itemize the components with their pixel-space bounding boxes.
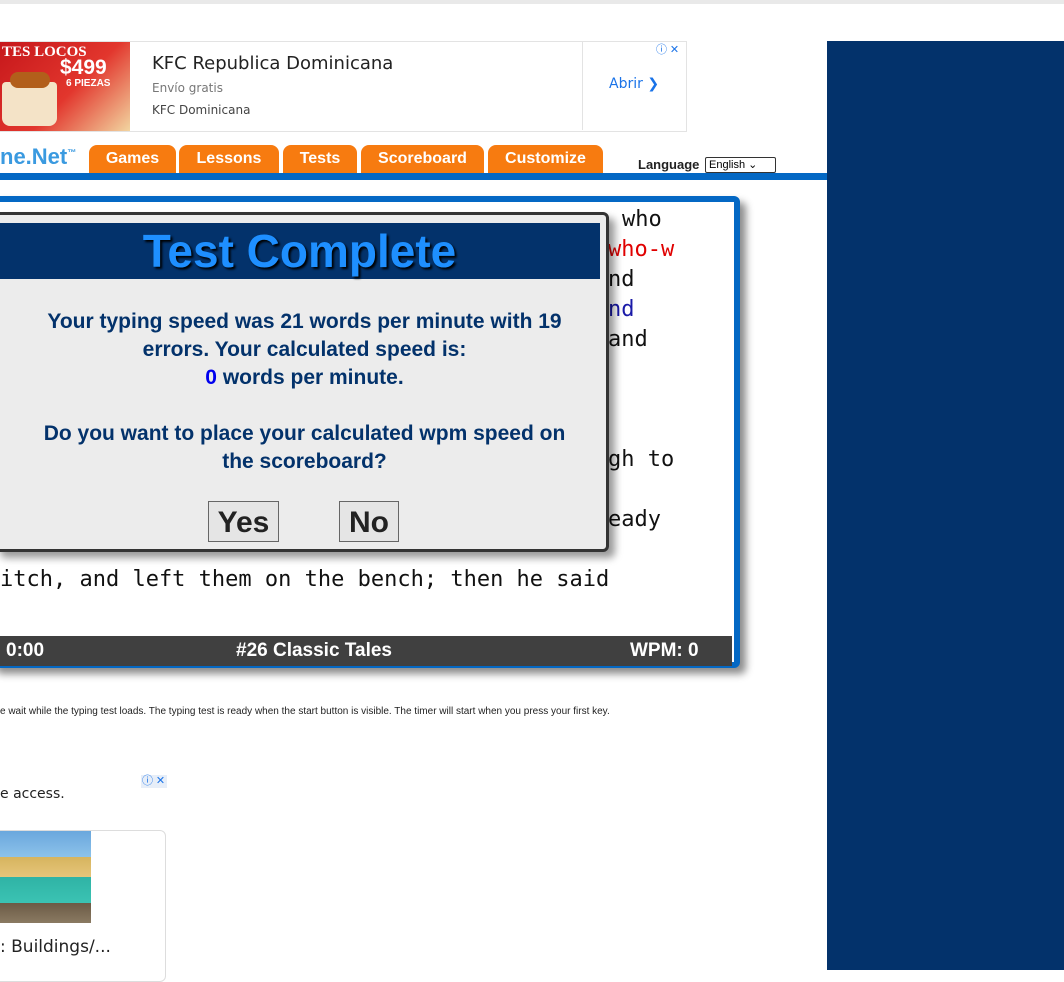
bottom-ad-controls: ⓘ ✕ [141,775,167,788]
dialog-title-bar: Test Complete [0,223,600,279]
ad-divider [582,41,583,130]
calculated-speed: 0 [205,366,217,389]
result-line-3: 0 words per minute. [0,364,612,392]
no-button[interactable]: No [339,501,399,542]
loading-note: e wait while the typing test loads. The … [0,706,610,717]
site-logo-text: ne.Net [0,144,68,169]
test-name: #26 Classic Tales [236,640,392,661]
tab-scoreboard[interactable]: Scoreboard [361,145,484,173]
tab-tests[interactable]: Tests [283,145,357,173]
ad-subtitle: Envío gratis [152,81,223,95]
ad-open-button[interactable]: Abrir ❯ [609,76,659,92]
test-text-line: who [622,207,662,232]
bottom-ad-image[interactable] [0,831,91,923]
site-logo[interactable]: ne.Net™ [0,144,76,170]
dialog-title: Test Complete [142,225,457,277]
browser-top-strip [0,0,1064,4]
ad-image-pieces: 6 PIEZAS [66,78,111,89]
wpm-readout: WPM: 0 [630,640,699,661]
bottom-ad-caption[interactable]: : Buildings/... [0,937,111,957]
tab-lessons[interactable]: Lessons [179,145,279,173]
ad-info-icon[interactable]: ⓘ [655,44,668,57]
question-line-2: the scoreboard? [222,450,387,473]
result-line-3-suffix: words per minute. [216,366,404,389]
chicken-bucket-icon [2,72,57,126]
tab-games[interactable]: Games [89,145,176,173]
language-label: Language [638,157,700,172]
test-text-line: and [608,327,648,352]
ad-close-icon[interactable]: ✕ [154,775,167,788]
test-text-line: gh to [608,447,675,472]
ad-image[interactable]: TES LOCOS $499 6 PIEZAS [0,42,130,131]
ad-image-price: $499 [60,56,107,79]
tab-customize[interactable]: Customize [488,145,603,173]
ad-brand: KFC Dominicana [152,103,251,117]
ad-close-icon[interactable]: ✕ [668,44,681,57]
right-side-panel [827,41,1064,970]
ad-info-icon[interactable]: ⓘ [141,775,154,788]
trademark-mark: ™ [67,147,77,158]
result-line-1: Your typing speed was 21 words per minut… [47,310,562,333]
nav-underline [0,173,827,180]
question-line-1: Do you want to place your calculated wpm… [43,422,566,445]
test-text-line: nd [608,267,635,292]
language-select[interactable]: English ⌄ [705,157,776,173]
timer: 0:00 [6,640,45,661]
test-complete-dialog: Test Complete Your typing speed was 21 w… [0,212,609,552]
test-status-bar: 0:00 #26 Classic Tales WPM: 0 [0,636,732,666]
yes-button[interactable]: Yes [208,501,279,542]
bottom-ad-text[interactable]: e access. [0,786,65,802]
ad-controls: ⓘ ✕ [655,42,681,57]
result-line-2: errors. Your calculated speed is: [142,338,467,361]
test-text-error: who-w [608,237,675,262]
test-text-line: eady [608,507,661,532]
ad-title[interactable]: KFC Republica Dominicana [152,53,393,74]
test-text-line: itch, and left them on the bench; then h… [0,567,610,592]
